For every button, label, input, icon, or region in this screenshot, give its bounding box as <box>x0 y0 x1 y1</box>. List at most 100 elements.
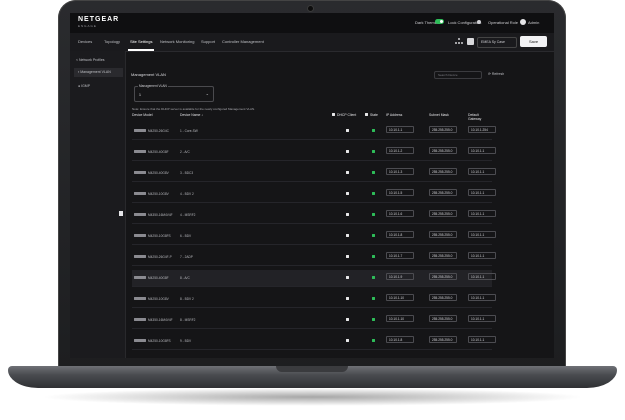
default-gateway-input[interactable]: 10.10.1.1 <box>468 168 496 175</box>
default-gateway-input[interactable]: 10.10.1.1 <box>468 336 496 343</box>
switch-icon <box>134 255 146 258</box>
refresh-button[interactable]: ⟳ Refresh <box>488 72 504 76</box>
save-button[interactable]: Save <box>520 36 547 47</box>
subnet-mask-input[interactable]: 255.255.255.0 <box>429 231 457 238</box>
dhcp-client-checkbox[interactable] <box>346 339 349 342</box>
ip-address-input[interactable]: 10.10.1.3 <box>386 168 414 175</box>
subnet-mask-input[interactable]: 255.255.255.0 <box>429 294 457 301</box>
sidebar: < Network Profiles ▪ Management VLAN ● I… <box>70 51 126 358</box>
sidebar-title[interactable]: < Network Profiles <box>76 58 105 62</box>
table-row[interactable]: M4250-26G4F-P 7 - 2ADP 10.10.1.7 255.255.25… <box>132 249 496 266</box>
ip-address-input[interactable]: 10.10.1.5 <box>386 189 414 196</box>
dhcp-client-checkbox[interactable] <box>346 171 349 174</box>
ip-address-input[interactable]: 10.10.1.8 <box>386 336 414 343</box>
ip-address-input[interactable]: 10.10.1.1 <box>386 126 414 133</box>
screen: NETGEAR ENGAGE Dark Theme Lock Configura… <box>70 13 554 358</box>
table-row[interactable]: M4250-10G8V 8 - BDV 2 10.10.1.10 255.255.25… <box>132 291 496 308</box>
switch-icon <box>134 318 146 321</box>
default-gateway-input[interactable]: 10.10.1.254 <box>468 126 496 133</box>
tab-network-monitoring[interactable]: Network Monitoring <box>160 39 194 44</box>
subnet-mask-input[interactable]: 255.255.255.0 <box>429 210 457 217</box>
default-gateway-input[interactable]: 10.10.1.1 <box>468 147 496 154</box>
table-row[interactable]: M4250-40G8F 2 - A/C 10.10.1.2 255.255.255.0… <box>132 144 496 161</box>
dhcp-client-checkbox[interactable] <box>346 192 349 195</box>
table-row[interactable]: M4250-40G8F 8 - A/C 10.10.1.9 255.255.255.0… <box>132 270 496 287</box>
col-device-model[interactable]: Device Model <box>132 113 153 117</box>
lock-config-toggle[interactable] <box>477 20 481 24</box>
subnet-mask-input[interactable]: 255.255.255.0 <box>429 252 457 259</box>
site-select[interactable]: EMEA Sy Case <box>477 37 517 48</box>
table-row[interactable]: M4350-16M4V4F 8 - MSRF2 10.10.1.10 255.255.… <box>132 312 496 329</box>
ip-address-input[interactable]: 10.10.1.9 <box>386 273 414 280</box>
table-row[interactable]: M4250-10G8FS 9 - BDV 10.10.1.8 255.255.255.… <box>132 333 496 350</box>
tab-support[interactable]: Support <box>201 39 215 44</box>
vlan-value: 1 <box>139 93 141 97</box>
table-header: Device Model Device Name ↓ DHCP Client S… <box>132 113 492 121</box>
ip-address-input[interactable]: 10.10.1.6 <box>386 210 414 217</box>
tab-controller-management[interactable]: Controller Management <box>222 39 264 44</box>
search-input[interactable]: Search Device <box>434 71 482 79</box>
switch-icon <box>134 171 146 174</box>
laptop-shadow <box>40 388 585 406</box>
default-gateway-input[interactable]: 10.10.1.1 <box>468 252 496 259</box>
tab-site-settings[interactable]: Site Settings <box>130 39 152 44</box>
management-vlan-select[interactable]: Management VLAN 1 ⌄ <box>134 84 214 102</box>
ip-address-input[interactable]: 10.10.1.7 <box>386 252 414 259</box>
table-row[interactable]: M4250-40G8V 3 - BDC3 10.10.1.3 255.255.255.… <box>132 165 496 182</box>
table-row[interactable]: M4250-26G4C 1 - Core-SW 10.10.1.1 255.255.2… <box>132 123 496 140</box>
default-gateway-input[interactable]: 10.10.1.1 <box>468 294 496 301</box>
subnet-mask-input[interactable]: 255.255.255.0 <box>429 147 457 154</box>
subnet-mask-input[interactable]: 255.255.255.0 <box>429 315 457 322</box>
table-row[interactable]: M4250-10G8FS 6 - BDV 10.10.1.8 255.255.255.… <box>132 228 496 245</box>
dhcp-client-checkbox[interactable] <box>346 318 349 321</box>
subnet-mask-input[interactable]: 255.255.255.0 <box>429 273 457 280</box>
tab-devices[interactable]: Devices <box>78 39 92 44</box>
dhcp-client-checkbox[interactable] <box>346 234 349 237</box>
subnet-mask-input[interactable]: 255.255.255.0 <box>429 168 457 175</box>
user-label[interactable]: Admin <box>528 20 539 25</box>
device-name: 3 - BDC3 <box>180 171 194 175</box>
device-model: M4250-40G8V <box>148 171 169 175</box>
switch-icon <box>134 150 146 153</box>
state-indicator <box>372 255 375 258</box>
state-indicator <box>372 213 375 216</box>
default-gateway-input[interactable]: 10.10.1.1 <box>468 210 496 217</box>
state-indicator <box>372 276 375 279</box>
subnet-mask-input[interactable]: 255.255.255.0 <box>429 126 457 133</box>
device-name: 1 - Core-SW <box>180 129 198 133</box>
default-gateway-input[interactable]: 10.10.1.1 <box>468 189 496 196</box>
table-row[interactable]: M4250-10G8V 4 - BDV 2 10.10.1.5 255.255.255… <box>132 186 496 203</box>
collapse-handle[interactable] <box>119 211 123 216</box>
ip-address-input[interactable]: 10.10.1.2 <box>386 147 414 154</box>
default-gateway-input[interactable]: 10.10.1.1 <box>468 231 496 238</box>
dhcp-client-checkbox[interactable] <box>346 297 349 300</box>
dark-theme-toggle[interactable] <box>435 19 444 24</box>
subnet-mask-input[interactable]: 255.255.255.0 <box>429 336 457 343</box>
dhcp-client-checkbox[interactable] <box>346 276 349 279</box>
col-device-name[interactable]: Device Name ↓ <box>180 113 203 117</box>
table-row[interactable]: M4350-16M4V4F 4 - MSRF2 10.10.1.6 255.255.2… <box>132 207 496 224</box>
ip-address-input[interactable]: 10.10.1.10 <box>386 294 414 301</box>
default-gateway-input[interactable]: 10.10.1.1 <box>468 273 496 280</box>
dhcp-client-checkbox[interactable] <box>346 129 349 132</box>
col-ip-address: IP Address <box>386 113 403 117</box>
site-icon <box>467 38 474 45</box>
sidebar-item-igmp[interactable]: ● IGMP <box>78 84 90 88</box>
subnet-mask-input[interactable]: 255.255.255.0 <box>429 189 457 196</box>
state-select-all-checkbox[interactable] <box>365 113 368 116</box>
sidebar-item-management-vlan[interactable]: ▪ Management VLAN <box>78 70 111 74</box>
default-gateway-input[interactable]: 10.10.1.1 <box>468 315 496 322</box>
grid-icon[interactable] <box>455 38 463 46</box>
dhcp-client-checkbox[interactable] <box>346 213 349 216</box>
ip-address-input[interactable]: 10.10.1.8 <box>386 231 414 238</box>
tab-topology[interactable]: Topology <box>104 39 120 44</box>
avatar[interactable] <box>520 19 526 25</box>
dhcp-select-all-checkbox[interactable] <box>332 113 335 116</box>
device-model: M4250-26G4C <box>148 129 169 133</box>
dhcp-client-checkbox[interactable] <box>346 255 349 258</box>
dhcp-client-checkbox[interactable] <box>346 150 349 153</box>
ip-address-input[interactable]: 10.10.1.10 <box>386 315 414 322</box>
laptop-notch <box>276 366 348 372</box>
device-name: 7 - 2ADP <box>180 255 193 259</box>
device-model: M4250-10G8FS <box>148 234 171 238</box>
